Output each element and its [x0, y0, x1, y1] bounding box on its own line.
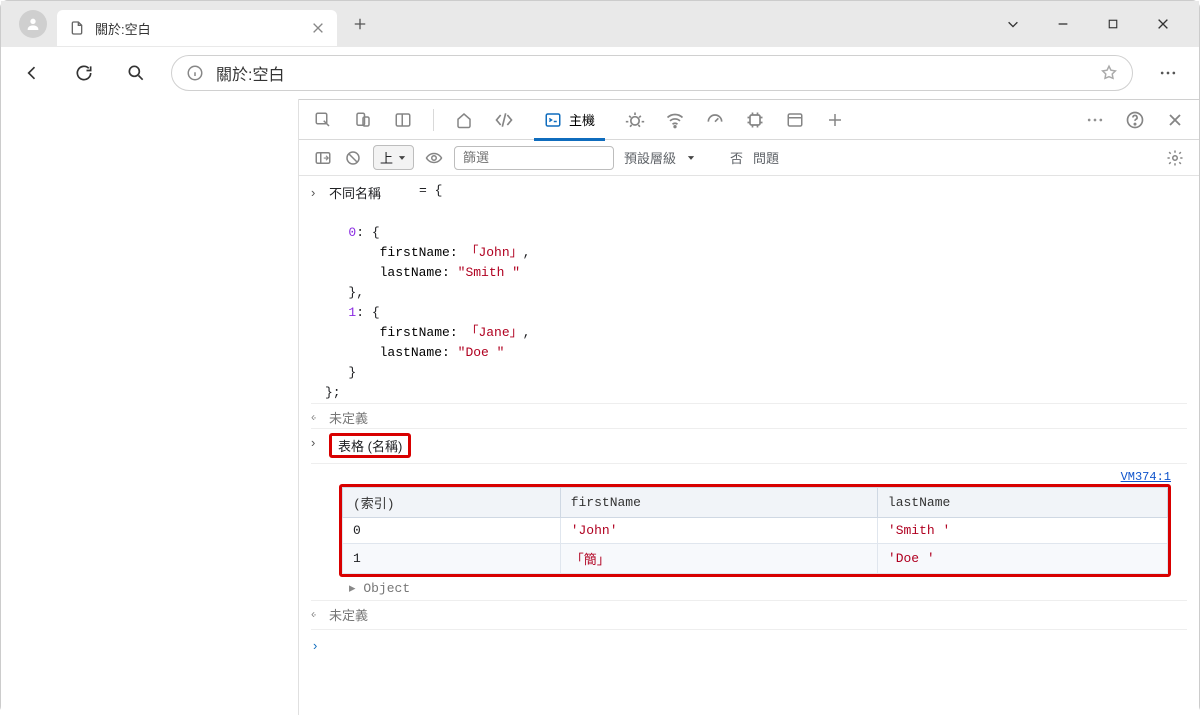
log-levels-label[interactable]: 預設層級: [624, 148, 676, 167]
browser-tab[interactable]: 關於:空白: [57, 10, 337, 46]
debugger-tab-icon[interactable]: [625, 110, 645, 130]
console-prompt[interactable]: ›: [311, 634, 319, 657]
table-header-row: (索引) firstName lastName: [343, 488, 1168, 518]
console-table: (索引) firstName lastName 0 'John' 'Smith …: [342, 487, 1168, 574]
filter-input[interactable]: [454, 146, 614, 170]
clear-console-icon[interactable]: [343, 148, 363, 168]
undefined-value: 未定義: [329, 605, 368, 624]
tab-close-button[interactable]: [311, 21, 325, 35]
devtools-panel: 主機 上 預設層級 否 問題: [299, 99, 1199, 715]
toggle-sidebar-icon[interactable]: [313, 148, 333, 168]
expand-icon[interactable]: [311, 185, 323, 197]
performance-tab-icon[interactable]: [705, 110, 725, 130]
context-selector[interactable]: 上: [373, 145, 414, 170]
expand-icon[interactable]: [311, 435, 323, 447]
table-row[interactable]: 1 「簡」 'Doe ': [343, 544, 1168, 574]
favorite-icon[interactable]: [1100, 64, 1118, 82]
issues-label[interactable]: 問題: [753, 148, 779, 167]
navbar: 關於:空白: [1, 47, 1199, 99]
issues-count: 否: [730, 148, 743, 167]
table-call-highlight: 表格 (名稱): [329, 433, 411, 458]
console-tab-label: 主機: [569, 110, 595, 129]
profile-avatar[interactable]: [19, 10, 47, 38]
devtools-help-icon[interactable]: [1125, 110, 1145, 130]
chevron-down-icon[interactable]: [686, 153, 696, 163]
search-icon[interactable]: [119, 56, 153, 90]
window-maximize-button[interactable]: [1099, 10, 1127, 38]
window-controls: [999, 10, 1191, 38]
code-block: 0: { firstName: 「John」, lastName: "Smith…: [311, 203, 1187, 403]
content-area: 主機 上 預設層級 否 問題: [1, 99, 1199, 715]
return-icon: [311, 607, 323, 619]
memory-tab-icon[interactable]: [745, 110, 765, 130]
welcome-tab-icon[interactable]: [454, 110, 474, 130]
col-index[interactable]: (索引): [343, 488, 561, 518]
site-info-icon[interactable]: [186, 64, 204, 82]
live-expression-icon[interactable]: [424, 148, 444, 168]
elements-tab-icon[interactable]: [494, 110, 514, 130]
devtools-more-icon[interactable]: [1085, 110, 1105, 130]
titlebar: 關於:空白: [1, 1, 1199, 47]
back-button[interactable]: [15, 56, 49, 90]
console-var-name: 不同名稱: [329, 183, 381, 202]
divider: [433, 109, 434, 131]
tab-title: 關於:空白: [95, 19, 301, 38]
table-highlight-box: (索引) firstName lastName 0 'John' 'Smith …: [339, 484, 1171, 577]
vm-source-link[interactable]: VM374:1: [1121, 470, 1171, 484]
address-text: 關於:空白: [216, 61, 1088, 85]
table-row[interactable]: 0 'John' 'Smith ': [343, 518, 1168, 544]
console-tab[interactable]: 主機: [534, 100, 605, 140]
new-tab-button[interactable]: [345, 9, 375, 39]
address-bar[interactable]: 關於:空白: [171, 55, 1133, 91]
device-toggle-icon[interactable]: [353, 110, 373, 130]
console-output[interactable]: 不同名稱 = { 0: { firstName: 「John」, lastNam…: [299, 176, 1199, 715]
console-settings-icon[interactable]: [1165, 148, 1185, 168]
devtools-toolbar: 主機: [299, 100, 1199, 140]
more-tabs-icon[interactable]: [825, 110, 845, 130]
col-firstname[interactable]: firstName: [560, 488, 877, 518]
window-close-button[interactable]: [1149, 10, 1177, 38]
reload-button[interactable]: [67, 56, 101, 90]
code-text: = {: [419, 183, 442, 198]
undefined-value: 未定義: [329, 408, 368, 427]
object-expand-line[interactable]: ▸ Object: [311, 581, 1187, 596]
return-icon: [311, 410, 323, 422]
window-minimize-button[interactable]: [1049, 10, 1077, 38]
network-tab-icon[interactable]: [665, 110, 685, 130]
page-viewport: [1, 99, 299, 715]
browser-menu-button[interactable]: [1151, 56, 1185, 90]
col-lastname[interactable]: lastName: [877, 488, 1167, 518]
context-label: 上: [380, 148, 393, 167]
panel-layout-icon[interactable]: [393, 110, 413, 130]
application-tab-icon[interactable]: [785, 110, 805, 130]
window-dropdown-icon[interactable]: [999, 10, 1027, 38]
console-toolbar: 上 預設層級 否 問題: [299, 140, 1199, 176]
devtools-close-icon[interactable]: [1165, 110, 1185, 130]
inspect-element-icon[interactable]: [313, 110, 333, 130]
page-icon: [69, 20, 85, 36]
